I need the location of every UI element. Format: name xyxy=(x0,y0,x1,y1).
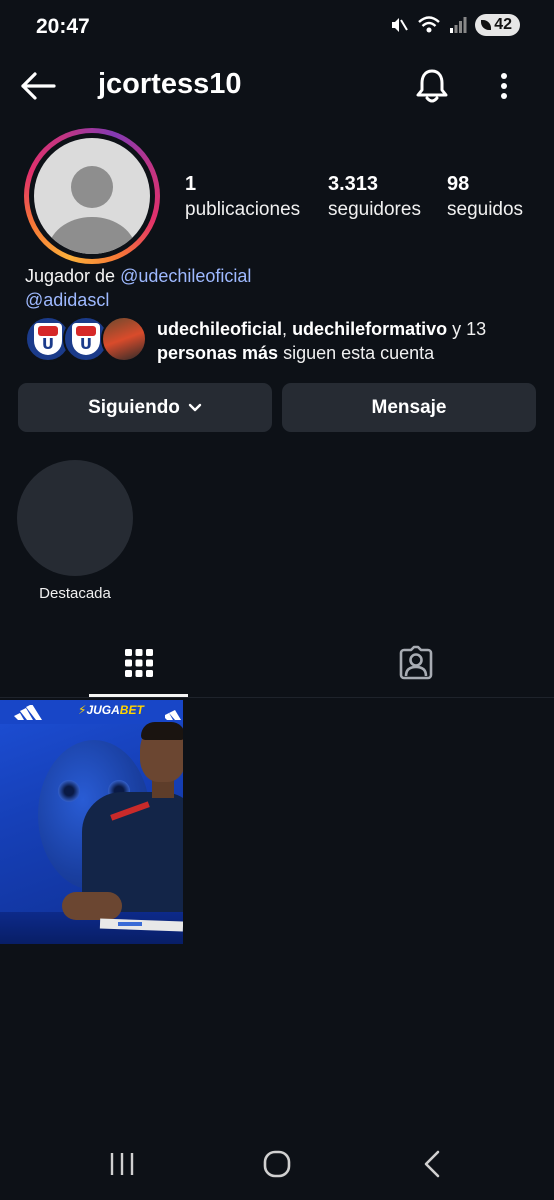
stat-following[interactable]: 98 seguidos xyxy=(447,172,523,224)
tab-tagged[interactable] xyxy=(366,628,465,698)
status-bar: 20:47 42 xyxy=(0,0,554,52)
followed-by-others: personas más xyxy=(157,343,279,363)
club-crest-icon xyxy=(72,323,100,355)
adidas-logo xyxy=(165,710,181,720)
post-thumbnail[interactable]: ⚡JUGABET xyxy=(0,700,183,944)
tagged-person-icon xyxy=(399,645,432,680)
bio-mention-udechileoficial[interactable]: @udechileoficial xyxy=(120,266,251,286)
stat-posts-count: 1 xyxy=(185,173,197,195)
adidas-logo xyxy=(14,705,42,720)
follower-avatar xyxy=(101,316,147,362)
active-tab-indicator xyxy=(89,694,188,697)
stat-following-count: 98 xyxy=(447,173,470,195)
following-button[interactable]: Siguiendo xyxy=(18,383,272,432)
recents-icon xyxy=(110,1153,134,1175)
nav-home-button[interactable] xyxy=(247,1142,307,1186)
highlight-cover xyxy=(17,460,133,576)
bell-icon xyxy=(416,69,448,103)
more-options-button[interactable] xyxy=(486,64,522,108)
stat-followers[interactable]: 3.313 seguidores xyxy=(328,172,421,224)
default-avatar-icon xyxy=(34,138,150,254)
mute-icon xyxy=(392,18,409,32)
profile-tabs xyxy=(0,628,554,698)
back-icon xyxy=(424,1150,440,1178)
tab-posts-grid[interactable] xyxy=(89,628,188,698)
profile-avatar[interactable] xyxy=(24,128,160,264)
profile-username: jcortess10 xyxy=(98,68,242,100)
top-bar: jcortess10 xyxy=(0,56,554,116)
story-highlight[interactable]: Destacada xyxy=(17,460,133,602)
stat-following-label: seguidos xyxy=(447,199,524,220)
more-vertical-icon xyxy=(501,73,507,99)
wifi-icon xyxy=(418,16,441,33)
highlight-label: Destacada xyxy=(39,585,111,602)
message-button-label: Mensaje xyxy=(371,396,447,418)
battery-indicator: 42 xyxy=(475,14,520,36)
arrow-left-icon xyxy=(21,72,56,100)
stat-followers-count: 3.313 xyxy=(328,173,379,195)
stat-followers-label: seguidores xyxy=(328,199,421,220)
home-icon xyxy=(263,1150,291,1178)
status-time: 20:47 xyxy=(36,15,90,38)
back-button[interactable] xyxy=(18,66,58,106)
battery-level: 42 xyxy=(494,16,512,33)
system-nav-bar xyxy=(0,1128,554,1200)
bio-mention-adidascl[interactable]: @adidascl xyxy=(25,290,109,310)
notifications-button[interactable] xyxy=(410,64,454,108)
stat-posts[interactable]: 1 publicaciones xyxy=(185,172,300,224)
followed-by-text[interactable]: udechileoficial, udechileformativo y 13 … xyxy=(157,317,527,365)
followed-by-avatars[interactable] xyxy=(25,316,147,362)
club-crest-icon xyxy=(34,323,62,355)
nav-recents-button[interactable] xyxy=(92,1142,152,1186)
message-button[interactable]: Mensaje xyxy=(282,383,536,432)
chevron-down-icon xyxy=(188,403,202,411)
sponsor-logo: ⚡JUGABET xyxy=(78,703,144,717)
bio-text: Jugador de xyxy=(25,266,121,286)
stat-posts-label: publicaciones xyxy=(185,199,301,220)
signal-icon xyxy=(450,17,467,33)
grid-icon xyxy=(124,649,153,677)
nav-back-button[interactable] xyxy=(402,1142,462,1186)
following-button-label: Siguiendo xyxy=(88,396,180,418)
status-icons: 42 xyxy=(389,14,520,36)
profile-bio: Jugador de @udechileoficial @adidascl xyxy=(25,264,251,312)
followed-by-name-2: udechileformativo xyxy=(292,319,448,339)
followed-by-name-1: udechileoficial xyxy=(157,319,283,339)
power-saving-icon xyxy=(481,20,492,30)
